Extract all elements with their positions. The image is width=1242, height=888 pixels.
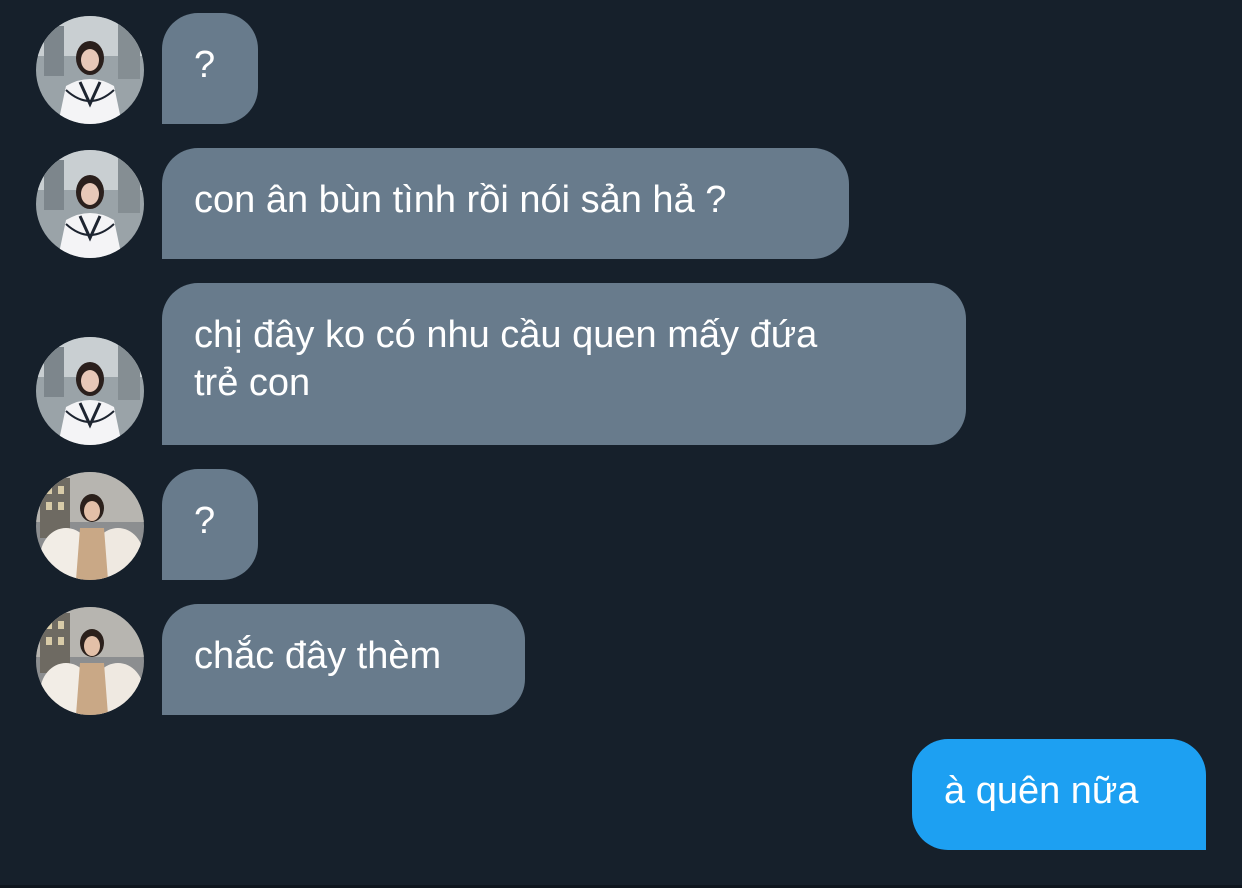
message-bubble-incoming[interactable]: chắc đây thèm xyxy=(162,604,525,715)
avatar-photo-fur-coat xyxy=(36,607,144,715)
avatar[interactable] xyxy=(36,607,144,715)
avatar[interactable] xyxy=(36,150,144,258)
avatar[interactable] xyxy=(36,16,144,124)
message-bubble-incoming[interactable]: ? xyxy=(162,13,258,124)
avatar[interactable] xyxy=(36,472,144,580)
chat-thread[interactable]: ? con ân bùn tình rồi nói sản hả ? chị đ… xyxy=(0,0,1242,888)
message-bubble-incoming[interactable]: ? xyxy=(162,469,258,580)
avatar-photo-white-vest xyxy=(36,150,144,258)
avatar[interactable] xyxy=(36,337,144,445)
message-bubble-incoming[interactable]: chị đây ko có nhu cầu quen mấy đứa trẻ c… xyxy=(162,283,966,445)
message-bubble-incoming[interactable]: con ân bùn tình rồi nói sản hả ? xyxy=(162,148,849,259)
message-bubble-outgoing[interactable]: à quên nữa xyxy=(912,739,1206,850)
avatar-photo-white-vest xyxy=(36,337,144,445)
avatar-photo-fur-coat xyxy=(36,472,144,580)
avatar-photo-white-vest xyxy=(36,16,144,124)
